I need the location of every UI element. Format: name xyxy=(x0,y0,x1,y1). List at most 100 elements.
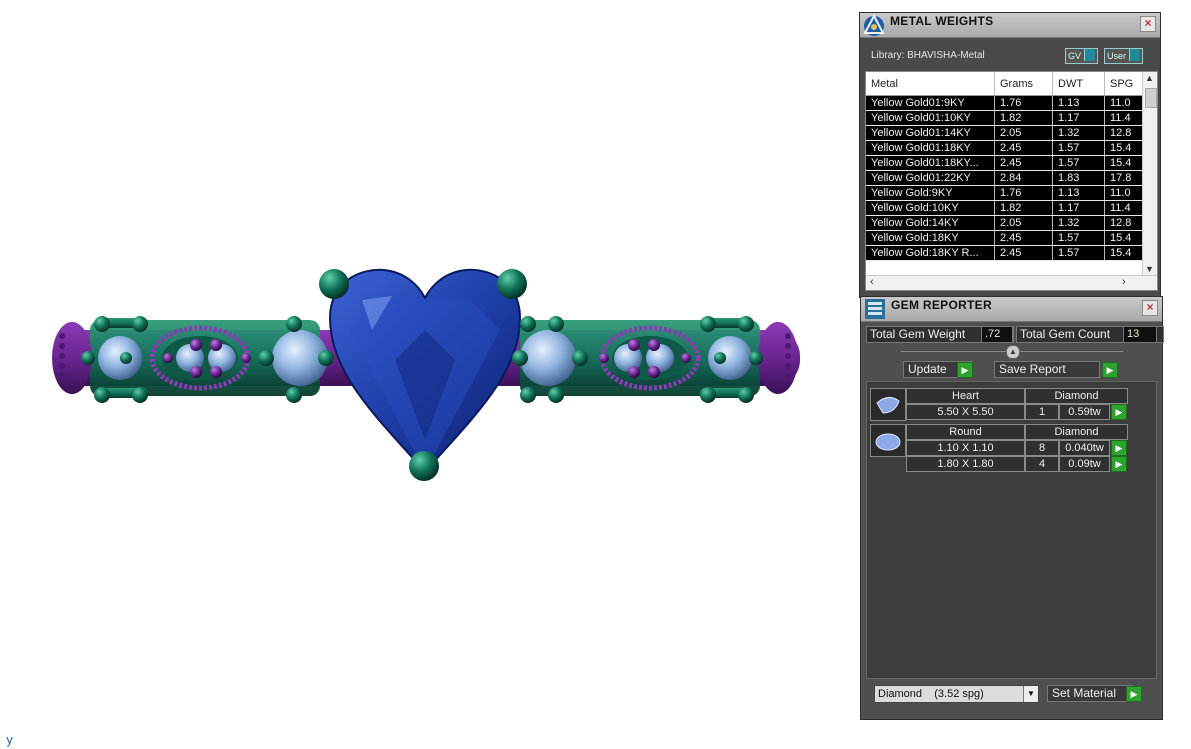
grams-cell: 2.45 xyxy=(994,230,1053,246)
gem-row-go-arrow-icon[interactable]: ▶ xyxy=(1111,456,1127,472)
gem-report-logo-icon xyxy=(865,299,885,319)
metal-weights-title: METAL WEIGHTS xyxy=(890,14,994,28)
set-material-button[interactable]: Set Material xyxy=(1047,685,1133,702)
column-header-grams[interactable]: Grams xyxy=(994,72,1053,96)
scroll-down-arrow-icon[interactable]: ▼ xyxy=(1145,264,1154,274)
gv-toggle[interactable]: GV xyxy=(1065,48,1099,64)
vertical-scroll-thumb[interactable] xyxy=(1145,88,1157,108)
metal-name-cell: Yellow Gold01:18KY... xyxy=(866,155,995,171)
round-gem-thumbnail-icon xyxy=(870,424,906,457)
material-select[interactable]: Diamond (3.52 spg) ▼ xyxy=(874,685,1039,703)
metal-name-cell: Yellow Gold:9KY xyxy=(866,185,995,201)
save-report-button-label: Save Report xyxy=(999,362,1066,376)
ring-model[interactable] xyxy=(0,0,858,749)
table-row[interactable]: Yellow Gold01:18KY 2.45 1.57 15.4 xyxy=(866,140,1150,156)
gem-material-label: Diamond xyxy=(1025,388,1128,404)
gem-count: 4 xyxy=(1025,456,1059,472)
table-row[interactable]: Yellow Gold:18KY 2.45 1.57 15.4 xyxy=(866,230,1150,246)
table-row[interactable]: Yellow Gold01:18KY... 2.45 1.57 15.4 xyxy=(866,155,1150,171)
user-toggle-switch[interactable] xyxy=(1129,49,1141,61)
metal-name-cell: Yellow Gold:18KY xyxy=(866,230,995,246)
grams-cell: 2.05 xyxy=(994,125,1053,141)
gem-reporter-close-button[interactable]: × xyxy=(1142,300,1158,316)
grams-cell: 2.45 xyxy=(994,140,1053,156)
metal-weights-close-button[interactable]: × xyxy=(1140,16,1156,32)
table-row[interactable]: Yellow Gold01:9KY 1.76 1.13 11.0 xyxy=(866,95,1150,111)
grams-cell: 1.76 xyxy=(994,185,1053,201)
metal-name-cell: Yellow Gold01:10KY xyxy=(866,110,995,126)
gold-triangle-logo-icon xyxy=(863,13,885,36)
gv-toggle-switch[interactable] xyxy=(1084,49,1096,61)
material-select-value: Diamond (3.52 spg) xyxy=(878,688,984,700)
dwt-cell: 1.57 xyxy=(1052,245,1105,261)
scroll-up-arrow-icon[interactable]: ▲ xyxy=(1145,73,1154,83)
table-row[interactable]: Yellow Gold01:10KY 1.82 1.17 11.4 xyxy=(866,110,1150,126)
table-row[interactable]: Yellow Gold:14KY 2.05 1.32 12.8 xyxy=(866,215,1150,231)
user-toggle[interactable]: User xyxy=(1104,48,1144,64)
scroll-left-arrow-icon[interactable]: ‹ xyxy=(870,276,874,288)
column-header-metal[interactable]: Metal xyxy=(866,72,995,96)
gem-reporter-titlebar[interactable]: GEM REPORTER × xyxy=(861,297,1162,322)
collapse-toggle-icon[interactable]: ▲ xyxy=(1006,345,1020,359)
metal-name-cell: Yellow Gold01:22KY xyxy=(866,170,995,186)
gem-row-go-arrow-icon[interactable]: ▶ xyxy=(1111,404,1127,420)
grams-cell: 2.84 xyxy=(994,170,1053,186)
dwt-cell: 1.13 xyxy=(1052,185,1105,201)
grams-cell: 2.05 xyxy=(994,215,1053,231)
grams-cell: 1.76 xyxy=(994,95,1053,111)
dwt-cell: 1.17 xyxy=(1052,110,1105,126)
gem-shape-label: Round xyxy=(906,424,1025,440)
gem-count: 8 xyxy=(1025,440,1059,456)
gem-reporter-panel: GEM REPORTER × Total Gem Weight .72 Tota… xyxy=(860,296,1164,720)
metal-weights-table-container: Metal Grams DWT SPG Yellow Gold01:9KY 1.7… xyxy=(865,71,1158,291)
grams-cell: 2.45 xyxy=(994,155,1053,171)
dwt-cell: 1.32 xyxy=(1052,125,1105,141)
dwt-cell: 1.13 xyxy=(1052,95,1105,111)
gem-shape-label: Heart xyxy=(906,388,1025,404)
metal-table-vertical-scrollbar[interactable]: ▲ ▼ xyxy=(1142,72,1157,275)
column-header-dwt[interactable]: DWT xyxy=(1052,72,1105,96)
metal-table-horizontal-scrollbar[interactable]: ‹ › xyxy=(866,275,1157,290)
save-report-go-arrow-icon[interactable]: ▶ xyxy=(1102,362,1118,378)
grams-cell: 1.82 xyxy=(994,110,1053,126)
dwt-cell: 1.57 xyxy=(1052,140,1105,156)
metal-weights-titlebar[interactable]: METAL WEIGHTS × xyxy=(860,13,1160,38)
update-button-label: Update xyxy=(908,362,947,376)
save-report-button[interactable]: Save Report xyxy=(994,361,1100,378)
metal-name-cell: Yellow Gold:10KY xyxy=(866,200,995,216)
dwt-cell: 1.57 xyxy=(1052,230,1105,246)
gem-size: 5.50 X 5.50 xyxy=(906,404,1025,420)
gem-size: 1.80 X 1.80 xyxy=(906,456,1025,472)
gem-weight: 0.09tw xyxy=(1059,456,1110,472)
chevron-down-icon[interactable]: ▼ xyxy=(1023,686,1038,702)
total-gem-count-value: 13 xyxy=(1123,326,1157,343)
table-row[interactable]: Yellow Gold:10KY 1.82 1.17 11.4 xyxy=(866,200,1150,216)
model-viewport[interactable]: y xyxy=(0,0,858,749)
metal-weights-table: Metal Grams DWT SPG Yellow Gold01:9KY 1.7… xyxy=(866,72,1150,261)
metal-name-cell: Yellow Gold:14KY xyxy=(866,215,995,231)
axis-indicator: y xyxy=(6,733,14,747)
gem-row-go-arrow-icon[interactable]: ▶ xyxy=(1111,440,1127,456)
set-material-go-arrow-icon[interactable]: ▶ xyxy=(1126,686,1142,702)
table-row[interactable]: Yellow Gold:9KY 1.76 1.13 11.0 xyxy=(866,185,1150,201)
gv-toggle-label: GV xyxy=(1068,51,1082,61)
gem-list: Heart Diamond 5.50 X 5.50 1 0.59tw ▶ Rou… xyxy=(866,381,1157,679)
dwt-cell: 1.17 xyxy=(1052,200,1105,216)
scroll-right-arrow-icon[interactable]: › xyxy=(1122,276,1126,288)
gem-material-label: Diamond xyxy=(1025,424,1128,440)
gem-reporter-title: GEM REPORTER xyxy=(891,298,992,312)
metal-name-cell: Yellow Gold01:14KY xyxy=(866,125,995,141)
dwt-cell: 1.57 xyxy=(1052,155,1105,171)
grams-cell: 1.82 xyxy=(994,200,1053,216)
table-row[interactable]: Yellow Gold01:14KY 2.05 1.32 12.8 xyxy=(866,125,1150,141)
metal-name-cell: Yellow Gold:18KY R... xyxy=(866,245,995,261)
gem-size: 1.10 X 1.10 xyxy=(906,440,1025,456)
set-material-button-label: Set Material xyxy=(1052,686,1117,700)
update-go-arrow-icon[interactable]: ▶ xyxy=(957,362,973,378)
gem-weight: 0.59tw xyxy=(1059,404,1110,420)
table-row[interactable]: Yellow Gold:18KY R... 2.45 1.57 15.4 xyxy=(866,245,1150,261)
dwt-cell: 1.83 xyxy=(1052,170,1105,186)
gem-weight: 0.040tw xyxy=(1059,440,1110,456)
heart-gem-thumbnail-icon xyxy=(870,388,906,421)
table-row[interactable]: Yellow Gold01:22KY 2.84 1.83 17.8 xyxy=(866,170,1150,186)
